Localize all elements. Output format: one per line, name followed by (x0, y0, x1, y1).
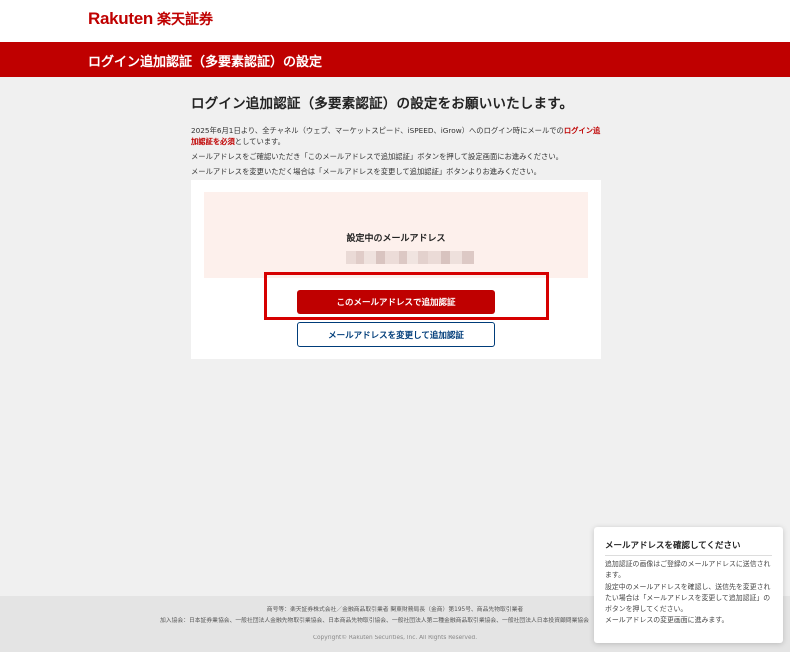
para1-pre: 2025年6月1日より、全チャネル（ウェブ、マーケットスピード、iSPEED、i… (191, 126, 564, 135)
email-label: 設定中のメールアドレス (346, 234, 446, 244)
toast-title: メールアドレスを確認してください (605, 541, 741, 551)
header-band: ログイン追加認証（多要素認証）の設定 (0, 42, 790, 77)
change-email-button[interactable]: メールアドレスを変更して追加認証 (297, 322, 495, 347)
description-para-1: 2025年6月1日より、全チャネル（ウェブ、マーケットスピード、iSPEED、i… (191, 125, 601, 147)
description-para-2: メールアドレスをご確認いただき「このメールアドレスで追加認証」ボタンを押して設定… (191, 152, 563, 161)
email-address-blurred (346, 251, 474, 264)
toast-divider (605, 555, 772, 556)
notice-toast: メールアドレスを確認してください 追加認証の画像はご登録のメールアドレスに送信さ… (594, 527, 783, 643)
toast-body: 追加認証の画像はご登録のメールアドレスに送信されます。 設定中のメールアドレスを… (605, 559, 775, 627)
toast-body-1: 追加認証の画像はご登録のメールアドレスに送信されます。 (605, 560, 771, 580)
footer-associations: 加入協会：日本証券業協会、一般社団法人金融先物取引業協会、日本商品先物取引協会、… (160, 618, 589, 624)
main-content: ログイン追加認証（多要素認証）の設定をお願いいたします。 2025年6月1日より… (191, 92, 601, 181)
description: 2025年6月1日より、全チャネル（ウェブ、マーケットスピード、iSPEED、i… (191, 125, 601, 177)
top-bar: Rakuten 楽天証券 (0, 0, 790, 42)
confirm-email-button[interactable]: このメールアドレスで追加認証 (297, 290, 495, 314)
description-para-3: メールアドレスを変更いただく場合は「メールアドレスを変更して追加認証」ボタンより… (191, 167, 541, 176)
logo-text-ja: 楽天証券 (156, 12, 213, 28)
toast-body-2: 設定中のメールアドレスを確認し、送信先を変更されたい場合は「メールアドレスを変更… (605, 582, 771, 614)
email-box: 設定中のメールアドレス (204, 192, 588, 278)
para1-post: としています。 (234, 137, 285, 146)
rakuten-logo[interactable]: Rakuten 楽天証券 (88, 9, 213, 31)
page-title: ログイン追加認証（多要素認証）の設定をお願いいたします。 (191, 96, 574, 112)
header-title: ログイン追加認証（多要素認証）の設定 (88, 55, 323, 70)
toast-body-3: メールアドレスの変更画面に進みます。 (605, 616, 729, 625)
logo-text-en: Rakuten (88, 9, 153, 28)
